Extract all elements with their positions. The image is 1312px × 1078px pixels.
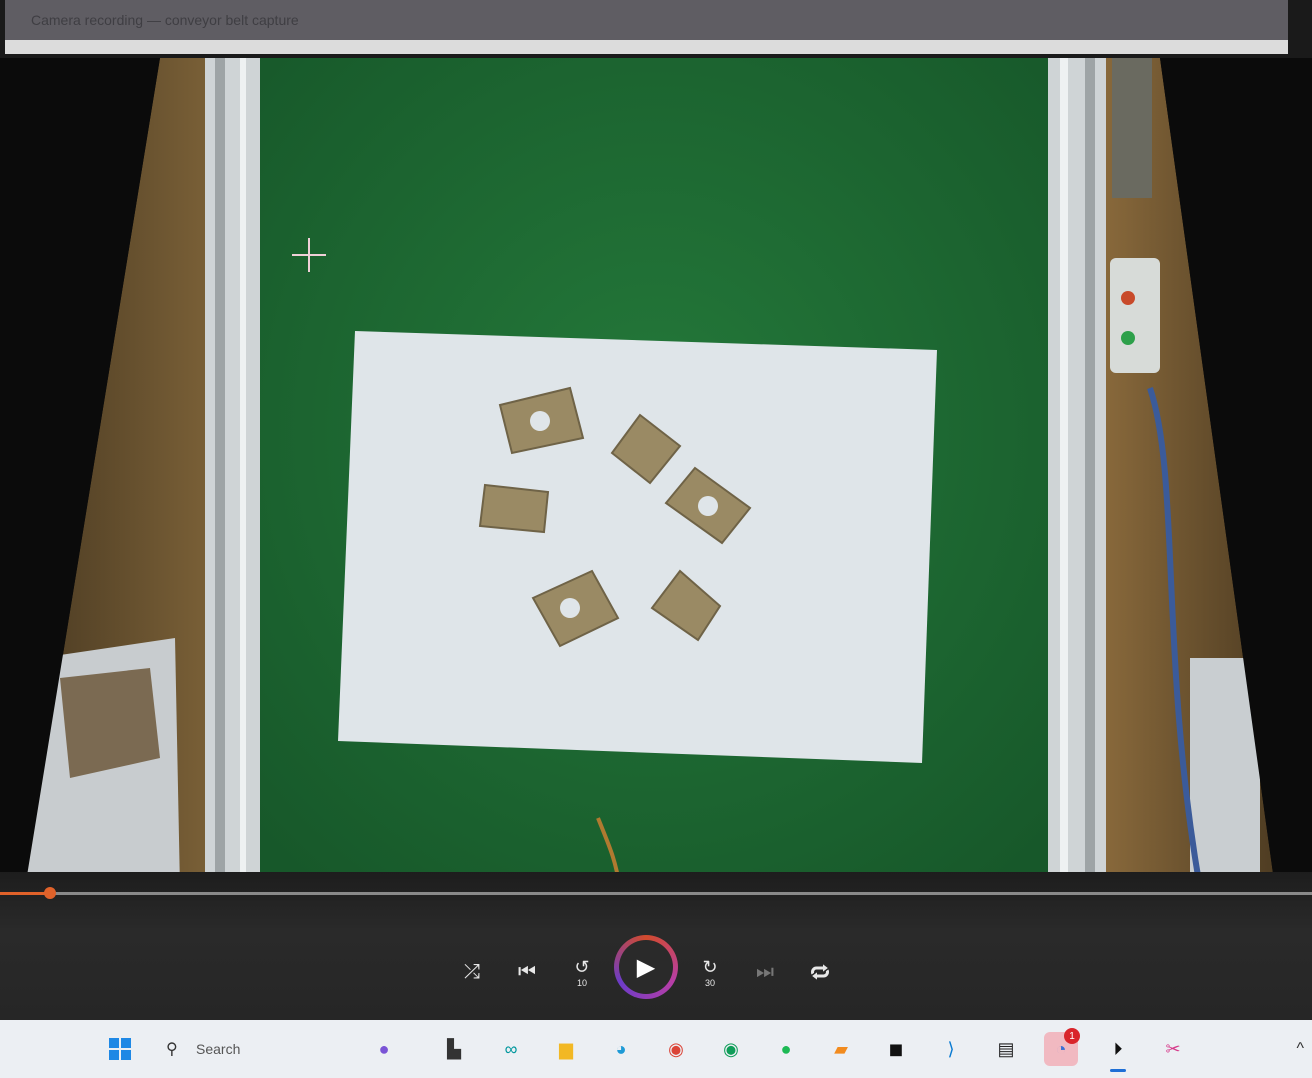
seek-thumb[interactable] xyxy=(43,887,56,899)
rewind-icon: ↺ xyxy=(574,956,590,977)
repeat-off-icon: 🔁︎ xyxy=(810,962,830,985)
start-button[interactable] xyxy=(103,1032,137,1066)
next-icon: ⏭ xyxy=(756,960,774,983)
title-bar[interactable]: Camera recording — conveyor belt capture xyxy=(5,0,1288,40)
start-icon xyxy=(109,1038,131,1060)
terminal-icon: ▤ xyxy=(997,1038,1015,1059)
shuffle-icon: ⤮ xyxy=(464,960,480,983)
task-view-icon: ▙ xyxy=(447,1038,461,1059)
vscode-icon: ⟩ xyxy=(947,1038,955,1059)
taskbar-task-view[interactable]: ▙ xyxy=(437,1032,471,1066)
sublime-icon: ▰ xyxy=(834,1038,848,1059)
file-explorer-icon: ▆ xyxy=(559,1038,573,1059)
play-icon: ▶ xyxy=(636,953,656,981)
next-button[interactable]: ⏭ xyxy=(745,952,785,992)
taskbar-vscode[interactable]: ⟩ xyxy=(934,1032,968,1066)
player-controls: ⤮ ⏮ ↺ 10 ▶ ↻ 30 ⏭ 🔁︎ xyxy=(0,872,1312,1020)
snipping-icon: ✂ xyxy=(1165,1038,1181,1059)
play-button[interactable]: ▶ xyxy=(614,935,678,999)
taskbar-search[interactable]: ⚲ Search xyxy=(160,1034,350,1064)
teams-icon: ◔ xyxy=(1055,1038,1067,1059)
taskbar-chrome[interactable]: ◉ xyxy=(659,1032,693,1066)
chevron-up-icon[interactable]: ^ xyxy=(1296,1040,1304,1058)
forward-icon: ↻ xyxy=(702,956,718,977)
taskbar-copilot[interactable]: ● xyxy=(367,1032,401,1066)
taskbar-edge[interactable]: ◕ xyxy=(604,1032,638,1066)
taskbar-snipping[interactable]: ✂ xyxy=(1156,1032,1190,1066)
taskbar-chrome-beta[interactable]: ◉ xyxy=(714,1032,748,1066)
title-divider xyxy=(5,40,1288,54)
shuffle-button[interactable]: ⤮ xyxy=(452,952,492,992)
skip-back-label: 10 xyxy=(576,977,587,988)
taskbar-media-player[interactable]: ⏵ xyxy=(1101,1032,1135,1072)
previous-button[interactable]: ⏮ xyxy=(507,952,547,992)
edge-icon: ◕ xyxy=(615,1038,627,1059)
video-scene xyxy=(0,58,1312,888)
repeat-button[interactable]: 🔁︎ xyxy=(800,952,840,992)
skip-forward-button[interactable]: ↻ 30 xyxy=(690,952,730,992)
search-placeholder: Search xyxy=(196,1041,241,1057)
notification-badge: 1 xyxy=(1064,1028,1080,1044)
taskbar-teams[interactable]: ◔ 1 xyxy=(1044,1028,1080,1066)
copilot-icon: ● xyxy=(378,1038,390,1059)
taskbar-sublime[interactable]: ▰ xyxy=(824,1032,858,1066)
taskbar: ⚲ Search ● ▙ ∞ ▆ ◕ ◉ ◉ ● ▰ ◼ ⟩ ▤ ◔ 1 ⏵ ✂… xyxy=(0,1020,1312,1078)
seek-progress xyxy=(0,892,50,895)
taskbar-arduino[interactable]: ∞ xyxy=(494,1032,528,1066)
taskbar-app[interactable]: ◼ xyxy=(879,1032,913,1066)
previous-icon: ⏮ xyxy=(518,960,536,983)
skip-back-button[interactable]: ↺ 10 xyxy=(562,952,602,992)
window-top: Camera recording — conveyor belt capture xyxy=(0,0,1312,58)
media-player-icon: ⏵ xyxy=(1113,1038,1123,1059)
chrome-beta-icon: ◉ xyxy=(723,1038,739,1059)
taskbar-spotify[interactable]: ● xyxy=(769,1032,803,1066)
spotify-icon: ● xyxy=(780,1038,792,1059)
seek-bar[interactable] xyxy=(0,892,1312,895)
chrome-icon: ◉ xyxy=(668,1038,684,1059)
skip-forward-label: 30 xyxy=(704,977,715,988)
window-title: Camera recording — conveyor belt capture xyxy=(31,12,299,28)
video-frame[interactable] xyxy=(0,58,1312,888)
search-icon: ⚲ xyxy=(166,1041,178,1058)
taskbar-file-explorer[interactable]: ▆ xyxy=(549,1032,583,1066)
running-indicator xyxy=(1110,1069,1126,1072)
arduino-icon: ∞ xyxy=(504,1038,518,1059)
app-icon: ◼ xyxy=(888,1038,904,1059)
taskbar-terminal[interactable]: ▤ xyxy=(989,1032,1023,1066)
